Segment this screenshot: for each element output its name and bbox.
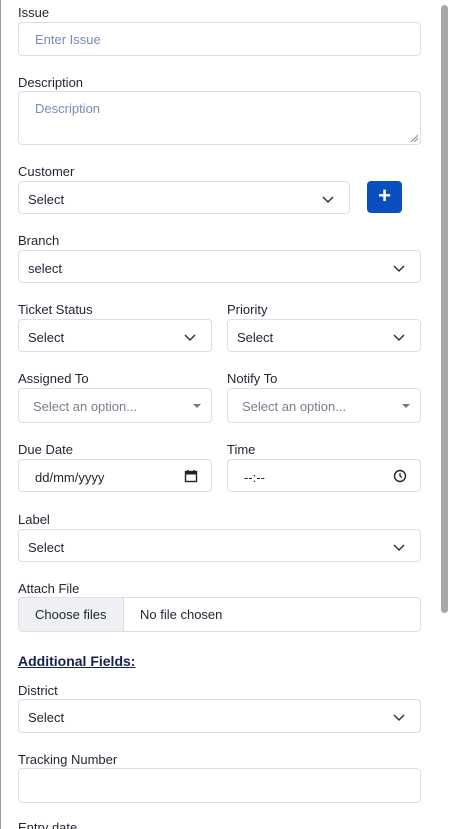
description-placeholder: Description [35,101,101,116]
branch-label: Branch [18,233,60,248]
file-status: No file chosen [140,607,223,622]
chevron-down-icon [322,196,334,204]
notify-to-placeholder: Select an option... [242,399,347,414]
choose-files-label: Choose files [35,607,107,622]
choose-files-button[interactable]: Choose files [19,598,124,631]
ticket-status-select[interactable]: Select [18,319,212,352]
ticket-status-label: Ticket Status [18,302,93,317]
chevron-down-icon [393,544,405,552]
notify-to-label: Notify To [227,371,278,386]
file-input[interactable]: Choose files No file chosen [18,597,421,632]
additional-fields-title: Additional Fields: [18,653,136,669]
customer-select[interactable]: Select [18,181,350,214]
chevron-down-icon [184,334,196,342]
notify-to-select[interactable]: Select an option... [227,388,421,423]
priority-select[interactable]: Select [227,319,421,352]
tracking-number-label: Tracking Number [18,752,118,767]
branch-select-value: select [28,261,62,276]
description-label: Description [18,75,84,90]
label-select[interactable]: Select [18,529,421,562]
chevron-down-icon [393,334,405,342]
chevron-down-icon [393,265,405,273]
time-placeholder: --:-- [244,470,265,485]
description-textarea[interactable]: Description [18,91,421,145]
resize-handle-icon[interactable] [410,134,418,142]
chevron-down-icon [393,714,405,722]
label-select-value: Select [28,540,65,555]
priority-label: Priority [227,302,268,317]
due-date-label: Due Date [18,442,73,457]
due-date-input[interactable]: dd/mm/yyyy [18,459,212,492]
issue-label: Issue [18,5,50,20]
assigned-to-placeholder: Select an option... [33,399,138,414]
assigned-to-select[interactable]: Select an option... [18,388,212,423]
attach-file-label: Attach File [18,581,80,596]
time-label: Time [227,442,256,457]
caret-down-icon [193,404,201,408]
due-date-placeholder: dd/mm/yyyy [35,470,105,485]
clock-icon[interactable] [393,469,407,483]
issue-placeholder: Enter Issue [35,32,101,47]
time-input[interactable]: --:-- [227,459,421,492]
ticket-status-value: Select [28,330,65,345]
scrollbar-thumb[interactable] [441,5,448,613]
district-select-value: Select [28,710,65,725]
priority-value: Select [237,330,274,345]
assigned-to-label: Assigned To [18,371,89,386]
plus-icon: + [378,183,391,208]
add-customer-button[interactable]: + [367,181,402,213]
district-label: District [18,683,58,698]
entry-date-label: Entry date [18,820,78,829]
branch-select[interactable]: select [18,250,421,283]
customer-label: Customer [18,164,75,179]
label-field-label: Label [18,512,50,527]
tracking-number-input[interactable] [18,768,421,803]
calendar-icon[interactable] [184,469,198,483]
form-frame: Issue Enter Issue Description Descriptio… [0,0,451,829]
district-select[interactable]: Select [18,699,421,733]
issue-input[interactable]: Enter Issue [18,22,421,56]
caret-down-icon [402,404,410,408]
customer-select-value: Select [28,192,65,207]
